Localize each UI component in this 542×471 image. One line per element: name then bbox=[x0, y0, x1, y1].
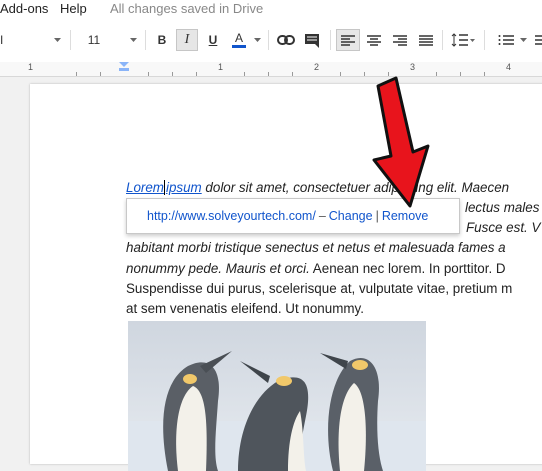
annotation-arrow-icon bbox=[372, 76, 430, 208]
